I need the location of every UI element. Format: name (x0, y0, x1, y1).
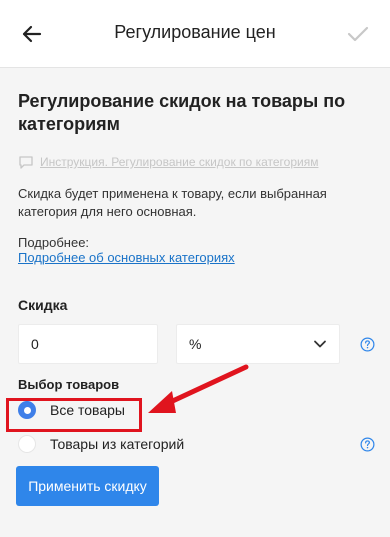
more-categories-link[interactable]: Подробнее об основных категориях (18, 250, 235, 265)
description-text: Скидка будет применена к товару, если вы… (18, 186, 327, 219)
page-heading: Регулирование скидок на товары по катего… (18, 91, 346, 134)
discount-value-input[interactable]: 0 (18, 324, 158, 364)
apply-discount-button[interactable]: Применить скидку (16, 466, 159, 506)
radio-category-products[interactable] (18, 435, 36, 453)
app-header: Регулирование цен (0, 0, 390, 68)
chat-bubble-icon (19, 156, 33, 169)
instruction-link-row[interactable]: Инструкция. Регулирование скидок по кате… (18, 154, 318, 170)
option-category-products[interactable]: Товары из категорий (18, 435, 184, 453)
products-choice-label: Выбор товаров (18, 377, 120, 392)
check-icon[interactable] (344, 20, 372, 48)
chevron-down-icon (314, 340, 326, 348)
instruction-link[interactable]: Инструкция. Регулирование скидок по кате… (40, 155, 318, 169)
highlight-box (6, 398, 142, 432)
header-title: Регулирование цен (114, 22, 276, 42)
option-category-products-label: Товары из категорий (50, 436, 185, 452)
help-icon[interactable] (360, 337, 375, 352)
help-icon[interactable] (360, 437, 375, 452)
more-label: Подробнее: (18, 235, 90, 250)
main-content: Регулирование скидок на товары по катего… (0, 68, 390, 537)
annotation-arrow (148, 364, 249, 413)
discount-unit-select[interactable]: % (176, 324, 340, 364)
discount-unit-value: % (189, 336, 202, 352)
discount-label: Скидка (18, 297, 68, 313)
